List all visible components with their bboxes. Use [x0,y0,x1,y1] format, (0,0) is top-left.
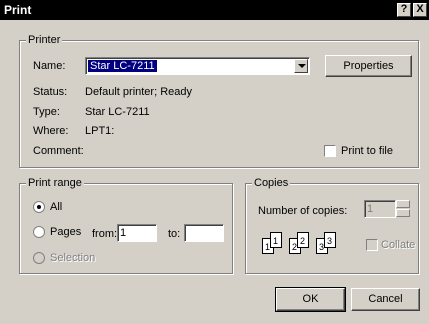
help-icon: ? [400,3,408,15]
name-label: Name: [33,60,66,72]
window-title: Print [4,3,32,17]
close-icon: X [416,3,424,15]
close-button[interactable]: X [413,3,427,17]
where-label: Where: [33,125,69,137]
all-radio[interactable] [33,201,45,213]
comment-label: Comment: [33,145,84,157]
number-of-copies-label: Number of copies: [258,205,348,217]
print-to-file-checkbox[interactable] [324,145,336,157]
title-bar: Print ? X [0,0,429,20]
printer-name-select[interactable]: Star LC-7211 [85,57,310,75]
from-input[interactable]: 1 [117,224,157,242]
copies-legend: Copies [252,177,291,189]
properties-label: Properties [343,60,394,72]
status-value: Default printer; Ready [85,86,192,98]
copies-input[interactable]: 1 [364,200,396,218]
selection-radio[interactable] [33,252,45,264]
collate-checkbox[interactable] [366,239,378,251]
chevron-down-icon[interactable] [294,59,308,73]
print-to-file-label[interactable]: Print to file [341,145,393,157]
properties-button[interactable]: Properties [325,55,412,77]
print-dialog: Print ? X Printer Name: Star LC-7211 Pro… [0,0,429,324]
type-label: Type: [33,106,60,118]
printer-legend: Printer [26,34,63,46]
help-button[interactable]: ? [397,3,411,17]
collate-label[interactable]: Collate [381,239,415,251]
copies-spin-down[interactable] [396,209,410,217]
pages-label[interactable]: Pages [50,226,81,238]
cancel-label: Cancel [368,293,403,305]
pages-radio[interactable] [33,226,45,238]
selection-label[interactable]: Selection [50,252,95,264]
ok-button[interactable]: OK [275,287,346,312]
ok-label: OK [302,293,319,305]
printer-name-value: Star LC-7211 [88,60,157,72]
copies-group: Copies [245,177,419,274]
status-label: Status: [33,86,68,98]
type-value: Star LC-7211 [85,106,150,118]
to-label: to: [168,228,181,240]
page-icon: 2 [297,232,309,248]
from-label: from: [92,228,118,240]
copies-spin-up[interactable] [396,200,410,208]
page-icon: 3 [324,232,336,248]
print-range-legend: Print range [26,177,84,189]
all-label[interactable]: All [50,201,62,213]
where-value: LPT1: [85,125,115,137]
to-input[interactable] [184,224,224,242]
page-icon: 1 [270,232,282,248]
cancel-button[interactable]: Cancel [351,288,420,311]
